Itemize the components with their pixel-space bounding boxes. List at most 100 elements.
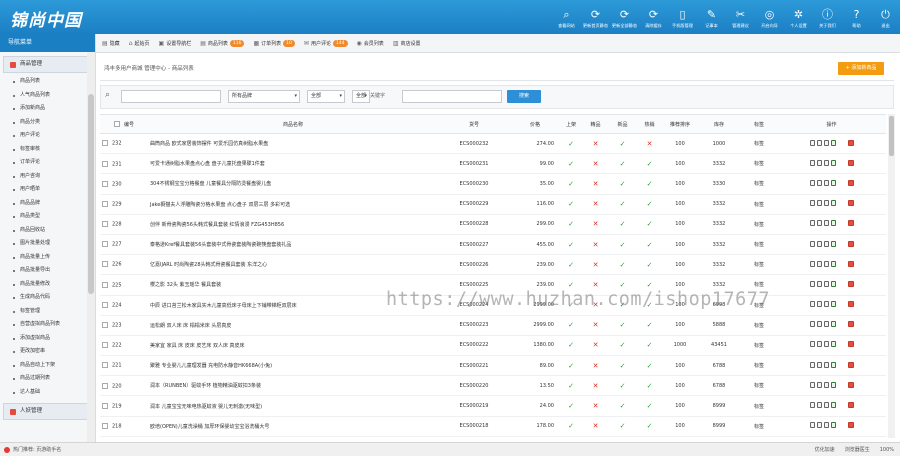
sort-order[interactable]: 100 [675,141,685,147]
copy-icon[interactable] [823,260,829,267]
check-icon[interactable]: ✓ [647,261,653,269]
edit-icon[interactable] [816,200,822,207]
tag-link[interactable]: 标签 [754,282,764,288]
promote-icon[interactable] [847,260,854,267]
table-scrollbar-track[interactable] [888,114,895,438]
goods-price[interactable]: 89.00 [540,363,554,369]
topnav-item[interactable]: ⟳ 更新全部静态 [610,0,639,34]
row-checkbox[interactable] [102,281,108,288]
status-speed[interactable]: 优化加速 [815,446,835,453]
sidebar-item[interactable]: 用户评论 [0,129,95,143]
sidebar-item[interactable]: 自营虚拟商品列表 [0,318,95,332]
check-icon[interactable]: ✓ [620,382,626,390]
tag-link[interactable]: 标签 [754,404,764,410]
view-icon[interactable] [809,159,815,166]
cross-icon[interactable]: ✕ [593,321,599,329]
check-icon[interactable]: ✓ [620,261,626,269]
sidebar-item[interactable]: 标签管理 [0,305,95,319]
check-icon[interactable]: ✓ [620,362,626,370]
trash-icon[interactable] [830,200,836,207]
edit-icon[interactable] [816,422,822,429]
tag-link[interactable]: 标签 [754,363,764,369]
row-checkbox[interactable] [102,221,108,228]
tag-link[interactable]: 标签 [754,222,764,228]
sort-order[interactable]: 100 [675,262,685,268]
sidebar-item[interactable]: 商品品牌 [0,197,95,211]
check-icon[interactable]: ✓ [647,180,653,188]
tab-item[interactable]: ⌂ 起始页 [129,40,150,47]
goods-price[interactable]: 274.00 [537,141,555,147]
sidebar-item[interactable]: 商品回收站 [0,224,95,238]
sidebar-item[interactable]: 商品列表 [0,75,95,89]
copy-icon[interactable] [823,321,829,328]
copy-icon[interactable] [823,341,829,348]
sidebar-item[interactable]: 标签审核 [0,143,95,157]
cross-icon[interactable]: ✕ [593,341,599,349]
check-icon[interactable]: ✓ [647,362,653,370]
row-checkbox[interactable] [102,241,108,248]
topnav-item[interactable]: ⟳ 更新首页静态 [581,0,610,34]
view-icon[interactable] [809,321,815,328]
goods-sn[interactable]: ECS000231 [460,161,489,167]
sidebar-item[interactable]: 订单评论 [0,156,95,170]
category-select[interactable]: 所有品牌 [228,90,300,103]
sort-order[interactable]: 100 [675,181,685,187]
cross-icon[interactable]: ✕ [593,220,599,228]
sort-order[interactable]: 100 [675,403,685,409]
goods-name[interactable]: 可爱卡通树脂水果盘点心盘 盘子儿童托盘果碟1件套 [150,161,265,167]
stock-value[interactable]: 8999 [713,403,726,409]
promote-icon[interactable] [847,402,854,409]
view-icon[interactable] [809,301,815,308]
goods-price[interactable]: 299.00 [537,221,555,227]
goods-price[interactable]: 116.00 [537,201,555,207]
trash-icon[interactable] [830,240,836,247]
edit-icon[interactable] [816,159,822,166]
check-icon[interactable]: ✓ [620,341,626,349]
edit-icon[interactable] [816,301,822,308]
view-icon[interactable] [809,341,815,348]
edit-icon[interactable] [816,260,822,267]
check-icon[interactable]: ✓ [647,321,653,329]
select-all-checkbox[interactable] [113,121,120,127]
check-icon[interactable]: ✓ [568,382,574,390]
goods-sn[interactable]: ECS000230 [460,181,489,187]
sidebar-item[interactable]: 添加虚拟商品 [0,332,95,346]
goods-sn[interactable]: ECS000225 [460,282,489,288]
copy-icon[interactable] [823,139,829,146]
search-input[interactable] [121,90,221,103]
sort-order[interactable]: 100 [675,423,685,429]
row-checkbox[interactable] [102,180,108,187]
sidebar-group-2[interactable]: 人妖管理 [3,403,92,420]
sidebar-item[interactable]: 商品批量导出 [0,264,95,278]
brand-select[interactable]: 全部 [307,90,345,103]
promote-icon[interactable] [847,341,854,348]
trash-icon[interactable] [830,280,836,287]
topnav-item[interactable]: ⓘ 关于我们 [813,0,842,34]
cross-icon[interactable]: ✕ [593,281,599,289]
promote-icon[interactable] [847,159,854,166]
view-icon[interactable] [809,220,815,227]
goods-sn[interactable]: ECS000229 [460,201,489,207]
stock-value[interactable]: 3332 [713,262,726,268]
topnav-item[interactable]: ⌕ 查看网站 [552,0,581,34]
view-icon[interactable] [809,200,815,207]
goods-price[interactable]: 455.00 [537,242,555,248]
copy-icon[interactable] [823,280,829,287]
tag-link[interactable]: 标签 [754,141,764,147]
goods-name[interactable]: 创伴 新骨瓷陶瓷56头韩式餐具套装 红情浪漫 FZG453H856 [150,222,284,228]
topnav-item[interactable]: ✂ 管理建议 [726,0,755,34]
goods-price[interactable]: 178.00 [537,423,555,429]
sort-order[interactable]: 100 [675,242,685,248]
check-icon[interactable]: ✓ [568,362,574,370]
goods-sn[interactable]: ECS000220 [460,383,489,389]
view-icon[interactable] [809,240,815,247]
goods-sn[interactable]: ECS000232 [460,141,489,147]
check-icon[interactable]: ✓ [568,261,574,269]
search-button[interactable]: 搜索 [507,90,541,103]
goods-name[interactable]: 304不锈钢宝宝分格餐盘 儿童餐具分隔防烫餐盘婴儿盘 [150,181,271,187]
row-checkbox[interactable] [102,342,108,349]
check-icon[interactable]: ✓ [647,241,653,249]
copy-icon[interactable] [823,159,829,166]
check-icon[interactable]: ✓ [647,402,653,410]
topnav-item[interactable]: ▯ 手机版管理 [668,0,697,34]
